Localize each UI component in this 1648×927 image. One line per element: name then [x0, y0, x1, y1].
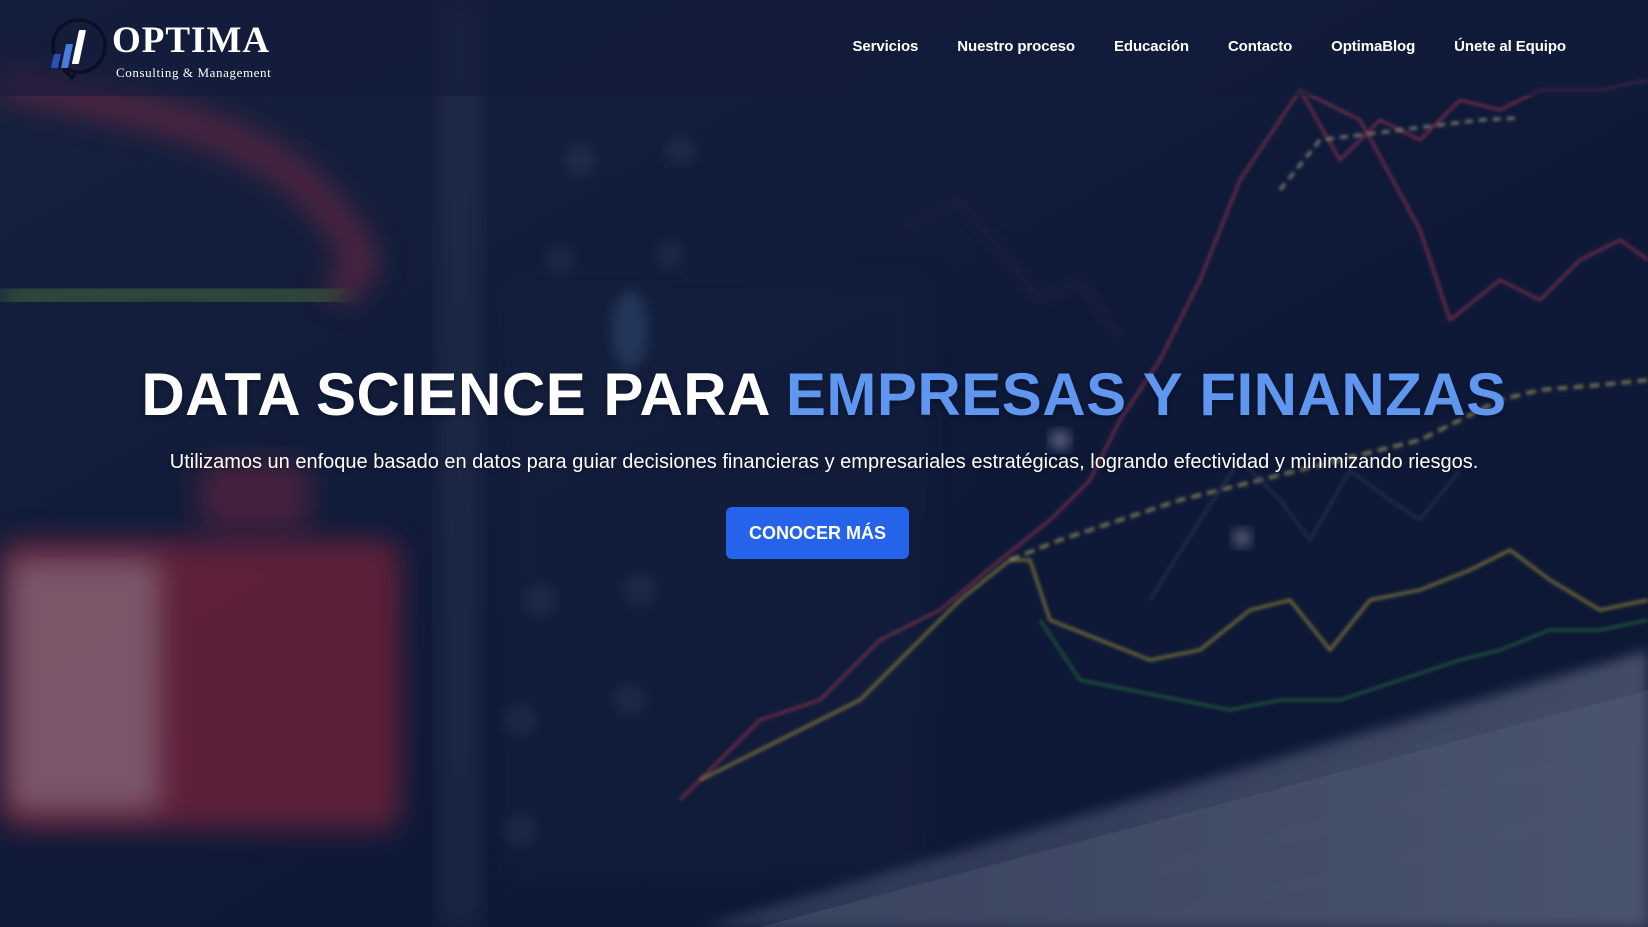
top-navbar: OPTIMA Consulting & Management Servicios… [0, 0, 1648, 96]
brand-name: OPTIMA [112, 20, 271, 61]
brand-tagline: Consulting & Management [116, 65, 272, 80]
nav-link-optimablog[interactable]: OptimaBlog [1331, 38, 1415, 55]
bar-chart-magnifier-icon [50, 16, 112, 82]
hero-subtitle: Utilizamos un enfoque basado en datos pa… [169, 451, 1479, 473]
brand-logo[interactable]: OPTIMA Consulting & Management [50, 16, 290, 82]
hero-title-white: DATA SCIENCE PARA [141, 361, 769, 428]
conocer-mas-button[interactable]: CONOCER MÁS [726, 507, 909, 559]
hero-title-accent: EMPRESAS Y FINANZAS [785, 361, 1507, 428]
hero-title: DATA SCIENCE PARA EMPRESAS Y FINANZAS [0, 365, 1648, 425]
nav-link-nuestro-proceso[interactable]: Nuestro proceso [957, 38, 1075, 55]
nav-link-servicios[interactable]: Servicios [852, 38, 918, 55]
main-navigation: Servicios Nuestro proceso Educación Cont… [852, 38, 1566, 55]
nav-link-unete-al-equipo[interactable]: Únete al Equipo [1454, 38, 1566, 55]
nav-link-educacion[interactable]: Educación [1114, 38, 1189, 55]
nav-link-contacto[interactable]: Contacto [1228, 38, 1292, 55]
